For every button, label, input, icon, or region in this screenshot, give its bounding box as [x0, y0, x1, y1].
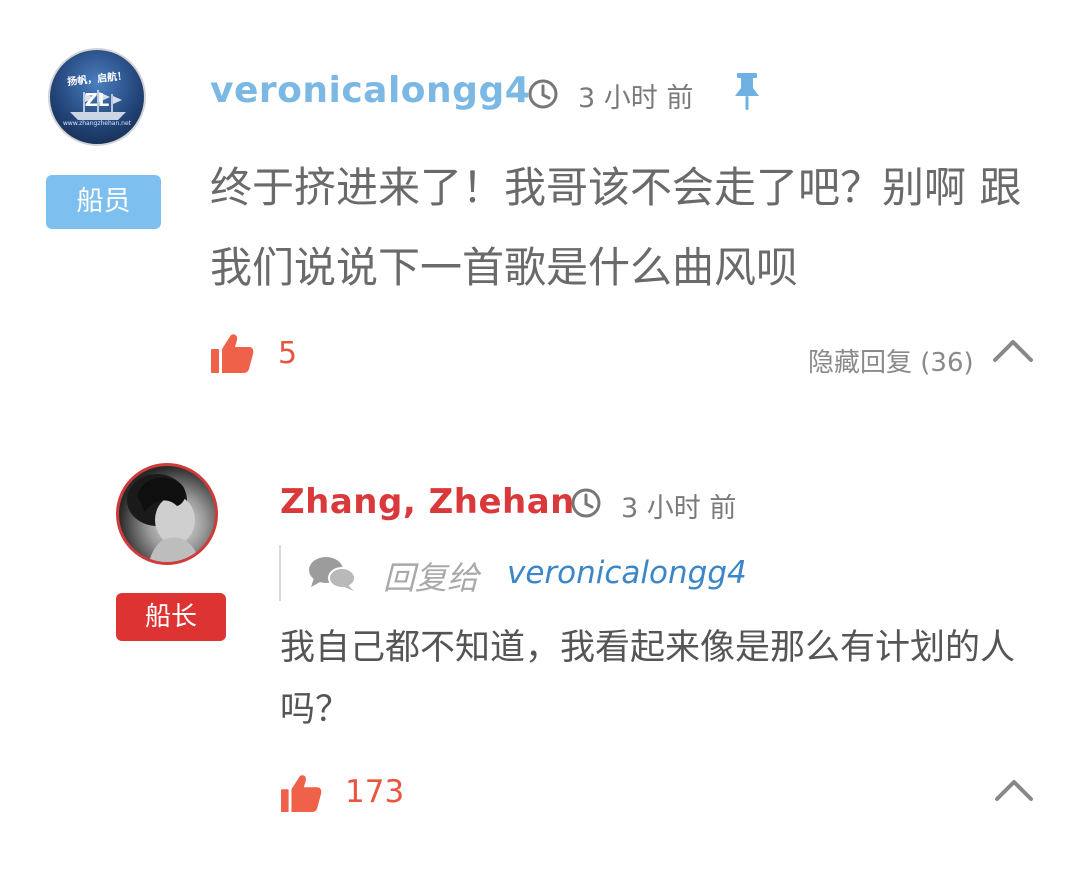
avatar-url: www.zhangzhehan.net	[63, 120, 131, 127]
reply-timestamp: 3 小时 前	[621, 493, 737, 524]
avatar[interactable]	[116, 463, 218, 565]
role-badge-captain: 船长	[116, 593, 226, 641]
reply-to-user-link[interactable]: veronicalongg4	[507, 555, 747, 591]
portrait-image	[127, 474, 199, 562]
avatar-caption: 扬帆，启航！	[66, 70, 128, 89]
avatar-monogram: ZL	[84, 90, 110, 111]
pin-icon	[735, 73, 759, 110]
chat-bubbles-icon	[309, 557, 356, 591]
like-count: 173	[345, 774, 405, 810]
role-badge-crew: 船员	[46, 175, 161, 229]
quote-divider	[279, 545, 281, 601]
clock-icon	[571, 488, 601, 518]
comment-timestamp: 3 小时 前	[578, 83, 694, 114]
chevron-up-icon[interactable]	[994, 778, 1034, 802]
thumbs-up-icon[interactable]	[280, 773, 322, 813]
chevron-up-icon[interactable]	[992, 338, 1034, 364]
reply-author[interactable]: Zhang, Zhehan	[280, 482, 575, 522]
hide-replies-link[interactable]: 隐藏回复 (36)	[808, 342, 974, 379]
comment-author[interactable]: veronicalongg4	[210, 70, 530, 111]
thumbs-up-icon[interactable]	[210, 332, 254, 374]
avatar[interactable]: 扬帆，启航！ ZL www.zhangzhehan.net	[48, 48, 146, 146]
comment-body: 终于挤进来了！我哥该不会走了吧？别啊 跟我们说说下一首歌是什么曲风呗	[210, 163, 1022, 292]
clock-icon	[528, 79, 558, 109]
like-count: 5	[278, 336, 298, 371]
reply-body: 我自己都不知道，我看起来像是那么有计划的人吗？	[280, 628, 1016, 730]
reply-to-label: 回复给	[383, 559, 480, 597]
